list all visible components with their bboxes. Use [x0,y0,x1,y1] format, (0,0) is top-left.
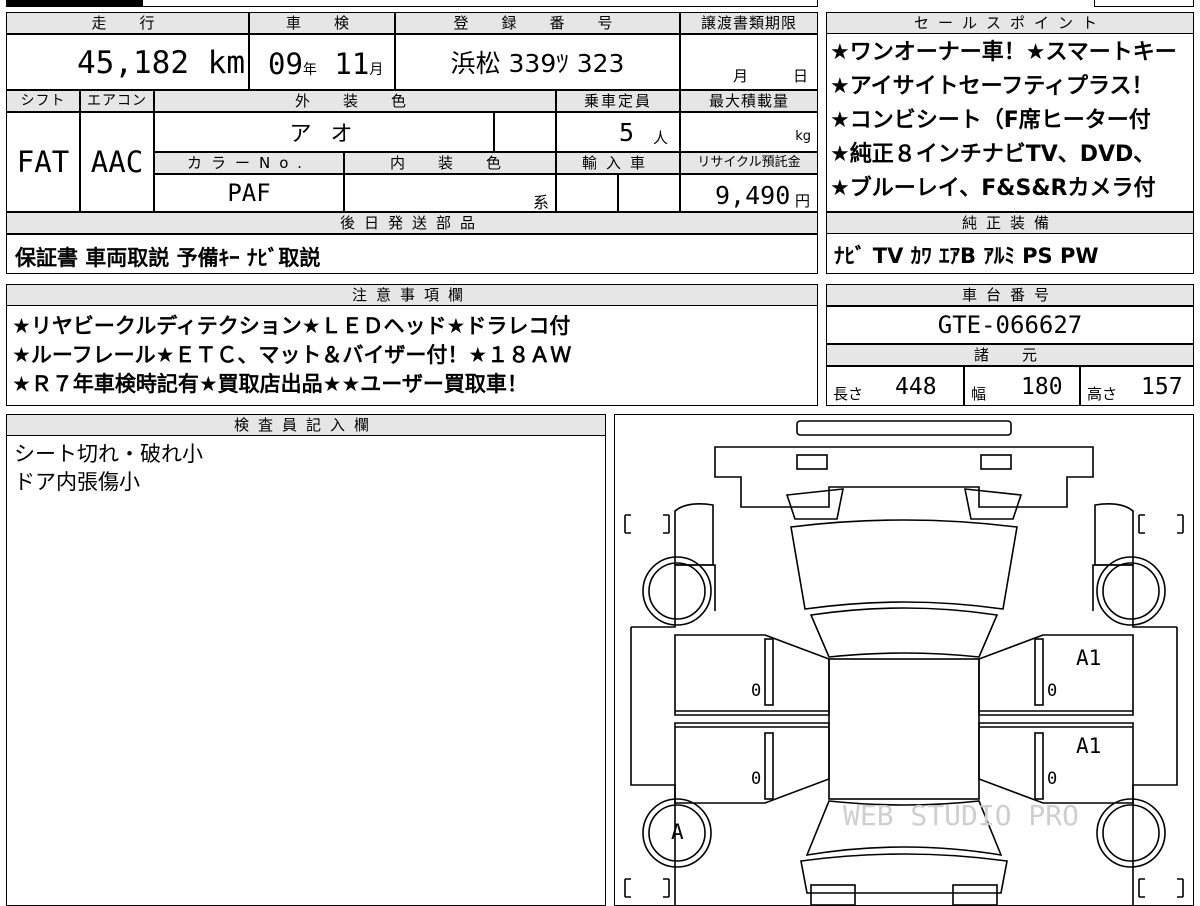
sales-points-list: ★ワンオーナー車！★スマートキー ★アイサイトセーフティプラス！ ★コンビシート… [830,36,1192,210]
specs-width-cell: 幅 180 [964,366,1080,406]
mileage-value: 45,182 [77,45,189,81]
genuine-equipment-header: 純正装備 [826,212,1194,234]
sales-point-line: ★アイサイトセーフティプラス！ [830,74,1154,99]
max-load-cell: kg [680,112,818,152]
mark-right-rear-door: 0 [1047,681,1057,701]
later-parts-cell: 保証書 車両取説 予備ｷｰ ﾅﾋﾞ取説 [6,234,818,274]
chassis-value: GTE-066627 [937,311,1083,339]
inspection-cell: 09年 11月 [249,34,395,90]
mark-front-right-door: A1 [1076,734,1101,758]
exterior-color-extra-cell [494,112,556,152]
sales-points-header: セールスポイント [826,12,1194,34]
note-line: ★ルーフレール★ＥＴＣ、マット＆バイザー付！★１８ＡＷ [12,343,572,367]
registration-value: 浜松 339ﾂ 323 [450,49,625,78]
interior-color-cell: 系 [344,174,556,212]
transfer-deadline-header: 譲渡書類期限 [680,12,818,34]
mileage-cell: 45,182 km [6,34,249,90]
sales-point-line: ★コンビシート（F席ヒーター付 [830,108,1151,133]
recycle-header: リサイクル預託金 [680,152,818,174]
capacity-value: 5 [619,118,635,147]
notes-header: 注意事項欄 [6,284,818,306]
inspector-notes: シート切れ・破れ小 ドア内張傷小 [14,440,203,496]
transfer-deadline-cell: 月 日 [680,34,818,90]
sales-point-line: ★純正８インチナビTV、DVD、 [830,142,1156,167]
later-parts-value: 保証書 車両取説 予備ｷｰ ﾅﾋﾞ取説 [15,246,321,270]
genuine-equipment-value: ﾅﾋﾞ TV ｶﾜ ｴｱB ｱﾙﾐ PS PW [834,244,1099,268]
specs-height-value: 157 [1141,374,1183,400]
note-line: ★Ｒ７年車検時記有★買取店出品★★ユーザー買取車！ [12,372,528,396]
top-strip-right [1094,0,1194,7]
recycle-cell: 9,490 円 [680,174,818,212]
capacity-header: 乗車定員 [556,90,680,112]
top-strip [142,0,818,7]
max-load-unit: kg [795,129,811,144]
inspection-year: 09 [268,47,303,81]
inspection-month: 11 [334,47,370,81]
imported-cell-right [618,174,680,212]
aircon-header: エアコン [80,90,154,112]
shift-cell: FAT [6,112,80,212]
inspector-header: 検査員記入欄 [6,414,606,436]
sales-point-line: ★ワンオーナー車！★スマートキー [830,40,1177,65]
shift-header: シフト [6,90,80,112]
recycle-value: 9,490 [715,181,791,210]
exterior-color-value: ア オ [289,122,359,147]
mark-front-left-wheel: A [671,820,684,844]
chassis-cell: GTE-066627 [826,306,1194,344]
watermark: WEB STUDIO PRO [843,799,1079,832]
inspection-year-unit: 年 [302,62,317,78]
mileage-unit: km [207,45,245,81]
notes-list: ★リヤビークルディテクション★ＬＥＤヘッド★ドラレコ付 ★ルーフレール★ＥＴＣ、… [12,312,812,399]
specs-width-value: 180 [1021,374,1063,400]
mileage-header: 走 行 [6,12,249,34]
interior-color-header: 内 装 色 [344,152,556,174]
max-load-header: 最大積載量 [680,90,818,112]
imported-header: 輸入車 [556,152,680,174]
mark-rear-right-door: A1 [1076,646,1101,670]
inspection-month-unit: 月 [369,62,384,78]
specs-length-value: 448 [895,374,937,400]
mark-left-front-door: 0 [751,769,761,789]
transfer-day-unit: 日 [793,67,809,85]
specs-length-label: 長さ [833,385,864,403]
specs-height-cell: 高さ 157 [1080,366,1194,406]
color-no-header: カラーNo. [154,152,344,174]
exterior-color-header: 外 装 色 [154,90,556,112]
exterior-color-cell: ア オ [154,112,494,152]
interior-color-suffix: 系 [532,193,549,212]
inspector-note-line: ドア内張傷小 [14,470,140,494]
specs-length-cell: 長さ 448 [826,366,964,406]
aircon-cell: AAC [80,112,154,212]
registration-cell: 浜松 339ﾂ 323 [395,34,680,90]
color-no-cell: PAF [154,174,344,212]
capacity-unit: 人 [653,129,669,147]
car-diagram-box: A1 A1 A 0 0 0 0 WEB STUDIO PRO [614,414,1194,906]
sales-point-line: ★ブルーレイ、F&S&Rカメラ付 [830,176,1156,201]
recycle-unit: 円 [795,192,811,210]
inspector-note-line: シート切れ・破れ小 [14,442,203,466]
capacity-cell: 5 人 [556,112,680,152]
car-body-diagram: A1 A1 A 0 0 0 0 WEB STUDIO PRO [624,420,1184,905]
shift-value: FAT [16,145,70,179]
note-line: ★リヤビークルディテクション★ＬＥＤヘッド★ドラレコ付 [12,314,571,338]
color-no-value: PAF [227,179,271,207]
later-parts-header: 後日発送部品 [6,212,818,234]
mark-left-rear-door: 0 [751,681,761,701]
imported-cell-left [556,174,618,212]
inspection-header: 車 検 [249,12,395,34]
top-black-tab [6,0,142,7]
registration-header: 登 録 番 号 [395,12,680,34]
transfer-month-unit: 月 [733,67,749,85]
specs-header: 諸 元 [826,344,1194,366]
aircon-value: AAC [90,145,144,179]
mark-right-front-door: 0 [1047,769,1057,789]
specs-height-label: 高さ [1087,385,1118,403]
specs-width-label: 幅 [971,385,987,403]
chassis-header: 車台番号 [826,284,1194,306]
